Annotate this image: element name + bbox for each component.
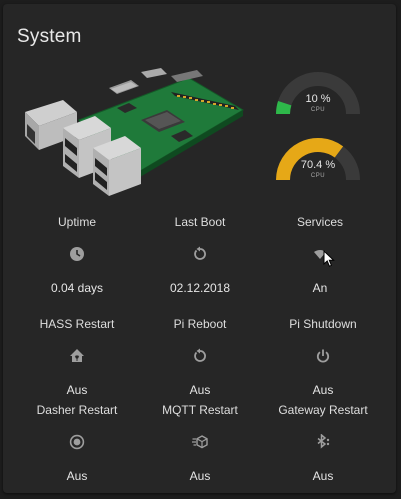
sensor-label: Pi Shutdown: [289, 317, 357, 331]
sensor-label: Gateway Restart: [278, 403, 368, 417]
sensor-label: Last Boot: [174, 215, 226, 229]
gauge-unit: CPU: [310, 173, 326, 179]
sensor-label: Dasher Restart: [36, 403, 118, 417]
system-card: System 10 % CPU 70.4 % CPU Uptime 0.04 d…: [3, 4, 396, 493]
sensor-label: Uptime: [57, 215, 96, 229]
switch-state: Aus: [189, 383, 211, 397]
uptime-sensor[interactable]: Uptime 0.04 days: [17, 214, 137, 296]
pi-reboot-switch[interactable]: Pi Reboot Aus: [140, 316, 260, 398]
sensor-label: Pi Reboot: [173, 317, 227, 331]
dasher-restart-switch[interactable]: Dasher Restart Aus: [17, 402, 137, 484]
gauge-value: 70.4 %: [300, 159, 336, 171]
gauge-unit: CPU: [310, 107, 326, 113]
mouse-cursor-icon: [323, 250, 335, 267]
bluetooth-settings-icon: [317, 434, 330, 449]
switch-state: Aus: [189, 469, 211, 483]
hass-restart-switch[interactable]: HASS Restart Aus: [17, 316, 137, 398]
home-assistant-icon: [70, 349, 84, 362]
sensor-label: Services: [296, 215, 343, 229]
cube-send-icon: [192, 435, 208, 449]
power-icon: [316, 349, 330, 363]
restart-icon: [194, 348, 206, 362]
raspberry-pi-image: [25, 68, 244, 196]
sensor-label: MQTT Restart: [162, 403, 238, 417]
sensor-state: 0.04 days: [50, 281, 104, 295]
pi-shutdown-switch[interactable]: Pi Shutdown Aus: [263, 316, 383, 398]
sensor-label: HASS Restart: [39, 317, 115, 331]
services-sensor[interactable]: Services An: [260, 214, 380, 296]
sensor-state: An: [312, 281, 328, 295]
last-boot-sensor[interactable]: Last Boot 02.12.2018: [140, 214, 260, 296]
switch-state: Aus: [312, 383, 334, 397]
switch-state: Aus: [312, 469, 334, 483]
radio-button-icon: [69, 434, 85, 450]
card-title: System: [17, 26, 82, 47]
mqtt-restart-switch[interactable]: MQTT Restart Aus: [140, 402, 260, 484]
switch-state: Aus: [66, 469, 88, 483]
gateway-restart-switch[interactable]: Gateway Restart Aus: [263, 402, 383, 484]
gauge-value: 10 %: [305, 93, 331, 105]
cpu-gauge-1: 10 % CPU: [274, 64, 362, 122]
sensor-state: 02.12.2018: [169, 281, 231, 295]
restart-icon: [194, 246, 206, 260]
switch-state: Aus: [66, 383, 88, 397]
clock-icon: [70, 247, 84, 261]
cpu-gauge-2: 70.4 % CPU: [274, 130, 362, 188]
